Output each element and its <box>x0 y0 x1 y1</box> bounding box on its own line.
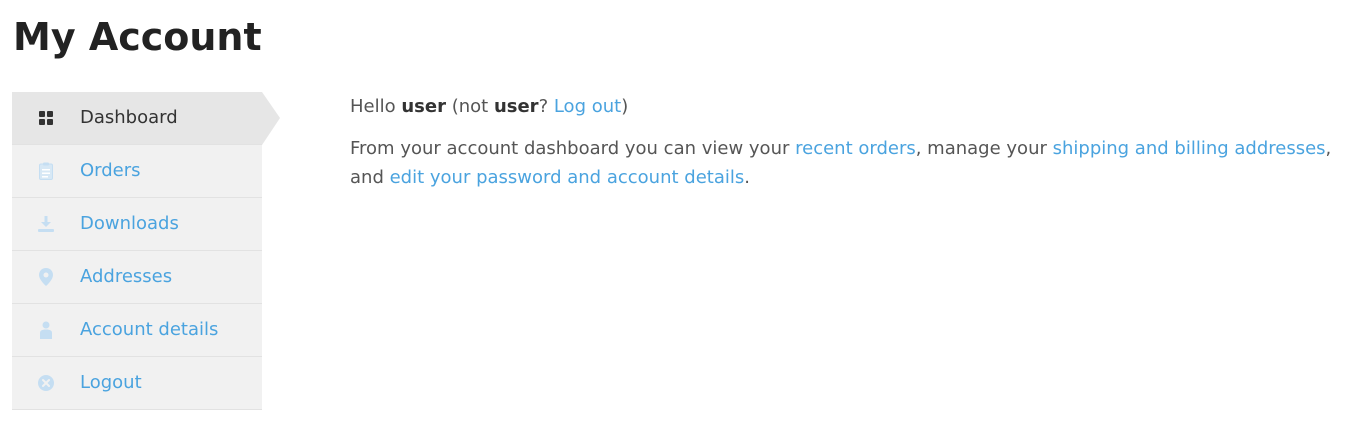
nav-item-addresses[interactable]: Addresses <box>12 251 262 304</box>
addresses-link[interactable]: shipping and billing addresses <box>1053 138 1326 159</box>
nav-label-account-details: Account details <box>80 319 219 340</box>
user-icon <box>37 321 55 339</box>
nav-item-dashboard[interactable]: Dashboard <box>12 92 280 145</box>
nav-item-logout[interactable]: Logout <box>12 357 262 410</box>
nav-item-orders[interactable]: Orders <box>12 145 262 198</box>
greeting-not: (not <box>445 96 494 117</box>
greeting-question: ? <box>538 96 554 117</box>
description-part2: , manage your <box>915 138 1053 159</box>
clipboard-icon <box>37 162 55 180</box>
recent-orders-link[interactable]: recent orders <box>795 138 916 159</box>
greeting-text: Hello user (not user? Log out) <box>350 92 1355 121</box>
account-navigation: Dashboard Orders Downloads Addresses Acc… <box>12 92 280 410</box>
nav-label-orders: Orders <box>80 160 141 181</box>
dashboard-content: Hello user (not user? Log out) From your… <box>350 92 1355 205</box>
nav-label-dashboard: Dashboard <box>80 107 178 128</box>
greeting-username-alt: user <box>493 96 539 117</box>
greeting-username: user <box>401 96 446 117</box>
nav-label-logout: Logout <box>80 372 142 393</box>
close-circle-icon <box>37 374 55 392</box>
description-part1: From your account dashboard you can view… <box>350 138 796 159</box>
page-title: My Account <box>13 15 262 59</box>
dashboard-description: From your account dashboard you can view… <box>350 134 1355 192</box>
nav-label-addresses: Addresses <box>80 266 173 287</box>
account-details-link[interactable]: edit your password and account details <box>390 167 745 188</box>
map-pin-icon <box>37 268 55 286</box>
nav-label-downloads: Downloads <box>80 213 179 234</box>
download-icon <box>37 215 55 233</box>
greeting-hello: Hello <box>350 96 402 117</box>
dashboard-icon <box>37 109 55 127</box>
nav-item-account-details[interactable]: Account details <box>12 304 262 357</box>
logout-link[interactable]: Log out <box>554 96 621 117</box>
description-part4: . <box>744 167 750 188</box>
nav-item-downloads[interactable]: Downloads <box>12 198 262 251</box>
greeting-close: ) <box>621 96 629 117</box>
